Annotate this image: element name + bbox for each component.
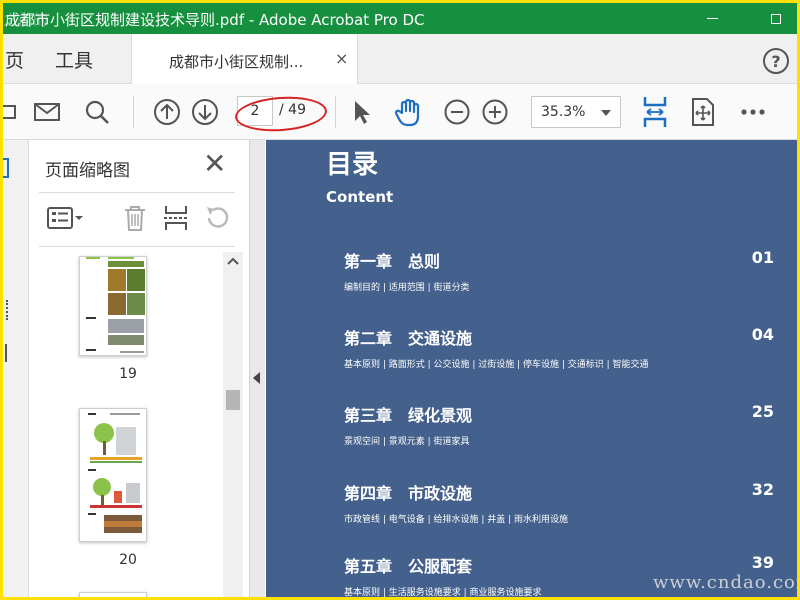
chapter-topics: 市政管线 | 电气设备 | 给排水设施 | 井盖 | 雨水利用设施 bbox=[344, 515, 569, 525]
help-icon[interactable]: ? bbox=[763, 48, 789, 74]
hand-tool-icon[interactable] bbox=[393, 96, 425, 128]
chapter-topics: 景观空间 | 景观元素 | 街道家具 bbox=[344, 437, 470, 447]
acrobat-window: 成都市小街区规制建设技术导则.pdf - Adobe Acrobat Pro D… bbox=[3, 3, 797, 597]
page-thumbnail[interactable] bbox=[79, 256, 147, 356]
toc-entry[interactable]: 第一章 总则 01 编制目的 | 适用范围 | 街道分类 bbox=[344, 248, 774, 293]
chevron-down-icon bbox=[601, 110, 611, 116]
toolbar-divider bbox=[335, 96, 336, 128]
chapter-title: 第一章 总则 bbox=[344, 252, 441, 271]
panel-divider bbox=[39, 192, 235, 193]
chapter-title: 第三章 绿化景观 bbox=[344, 406, 473, 425]
toc-heading: 目录 bbox=[326, 150, 379, 180]
chapter-topics: 编制目的 | 适用范围 | 街道分类 bbox=[344, 283, 470, 293]
toc-entry[interactable]: 第四章 市政设施 32 市政管线 | 电气设备 | 给排水设施 | 井盖 | 雨… bbox=[344, 480, 774, 525]
panel-divider bbox=[39, 246, 235, 247]
select-pointer-icon[interactable] bbox=[345, 96, 377, 128]
email-icon[interactable] bbox=[31, 96, 63, 128]
search-icon[interactable] bbox=[81, 96, 113, 128]
thumbnail-page-number: 19 bbox=[119, 366, 137, 382]
chapter-page: 25 bbox=[751, 402, 774, 421]
minimize-button[interactable] bbox=[689, 3, 735, 34]
thumbnail-options-icon[interactable] bbox=[47, 202, 83, 234]
home-tab[interactable]: 页 bbox=[5, 46, 24, 73]
panel-title: 页面缩略图 bbox=[45, 161, 130, 181]
title-bar: 成都市小街区规制建设技术导则.pdf - Adobe Acrobat Pro D… bbox=[3, 3, 797, 34]
navigation-pane-strip bbox=[3, 140, 29, 597]
collapse-panel-handle[interactable] bbox=[249, 140, 265, 597]
site-watermark: www.cndao.com bbox=[653, 572, 797, 593]
chapter-page: 04 bbox=[751, 325, 774, 344]
chapter-topics: 基本原则 | 路面形式 | 公交设施 | 过街设施 | 停车设施 | 交通标识 … bbox=[344, 360, 649, 370]
next-page-icon[interactable] bbox=[189, 96, 221, 128]
scrollbar-thumb[interactable] bbox=[226, 390, 240, 410]
more-options-icon[interactable] bbox=[737, 96, 769, 128]
extract-page-icon[interactable] bbox=[163, 202, 189, 234]
toolbar: 2 / 49 35.3% bbox=[3, 84, 797, 140]
chapter-page: 01 bbox=[751, 248, 774, 267]
full-screen-icon[interactable] bbox=[687, 96, 719, 128]
tab-bar: 页 工具 成都市小街区规制... × ? bbox=[3, 34, 797, 84]
toc-subheading: Content bbox=[326, 188, 394, 206]
page-thumbnail[interactable] bbox=[79, 408, 147, 542]
delete-page-icon bbox=[123, 202, 147, 234]
maximize-icon bbox=[771, 13, 781, 24]
attachments-nav-icon[interactable] bbox=[3, 344, 7, 362]
minimize-icon bbox=[706, 18, 718, 19]
previous-page-icon[interactable] bbox=[151, 96, 183, 128]
zoom-select[interactable]: 35.3% bbox=[531, 96, 621, 128]
document-tab-label: 成都市小街区规制... bbox=[169, 53, 304, 71]
chapter-page: 39 bbox=[751, 553, 774, 572]
save-icon[interactable] bbox=[3, 96, 25, 128]
collapse-left-icon bbox=[253, 372, 260, 384]
chapter-title: 第二章 交通设施 bbox=[344, 329, 473, 348]
thumbnail-page-number: 20 bbox=[119, 552, 137, 568]
top-left-watermark: 之前的 bbox=[3, 11, 49, 29]
close-panel-icon[interactable]: ✕ bbox=[203, 150, 226, 178]
toc-entry[interactable]: 第三章 绿化景观 25 景观空间 | 景观元素 | 街道家具 bbox=[344, 402, 774, 447]
fit-width-icon[interactable] bbox=[639, 96, 671, 128]
chapter-page: 32 bbox=[751, 480, 774, 499]
thumbnail-scrollbar[interactable] bbox=[223, 252, 243, 597]
page-thumbnails-nav-icon[interactable] bbox=[3, 158, 9, 178]
scroll-up-icon[interactable] bbox=[226, 256, 240, 266]
page-thumbnail[interactable] bbox=[79, 592, 147, 597]
toc-entry[interactable]: 第二章 交通设施 04 基本原则 | 路面形式 | 公交设施 | 过街设施 | … bbox=[344, 325, 774, 370]
bookmarks-nav-icon[interactable] bbox=[3, 300, 8, 320]
maximize-button[interactable] bbox=[753, 3, 797, 34]
rotate-page-icon bbox=[203, 202, 231, 234]
document-tab[interactable]: 成都市小街区规制... × bbox=[131, 34, 358, 84]
toolbar-divider bbox=[133, 96, 134, 128]
close-tab-icon[interactable]: × bbox=[335, 49, 348, 68]
window-title: 成都市小街区规制建设技术导则.pdf - Adobe Acrobat Pro D… bbox=[5, 11, 425, 29]
page-thumbnails-panel: 页面缩略图 ✕ 19 20 bbox=[29, 140, 249, 597]
tools-tab[interactable]: 工具 bbox=[55, 46, 93, 73]
chapter-title: 第四章 市政设施 bbox=[344, 484, 473, 503]
zoom-value: 35.3% bbox=[541, 104, 586, 120]
zoom-out-icon[interactable] bbox=[441, 96, 473, 128]
document-page: 目录 Content 第一章 总则 01 编制目的 | 适用范围 | 街道分类 … bbox=[266, 140, 797, 597]
zoom-in-icon[interactable] bbox=[479, 96, 511, 128]
